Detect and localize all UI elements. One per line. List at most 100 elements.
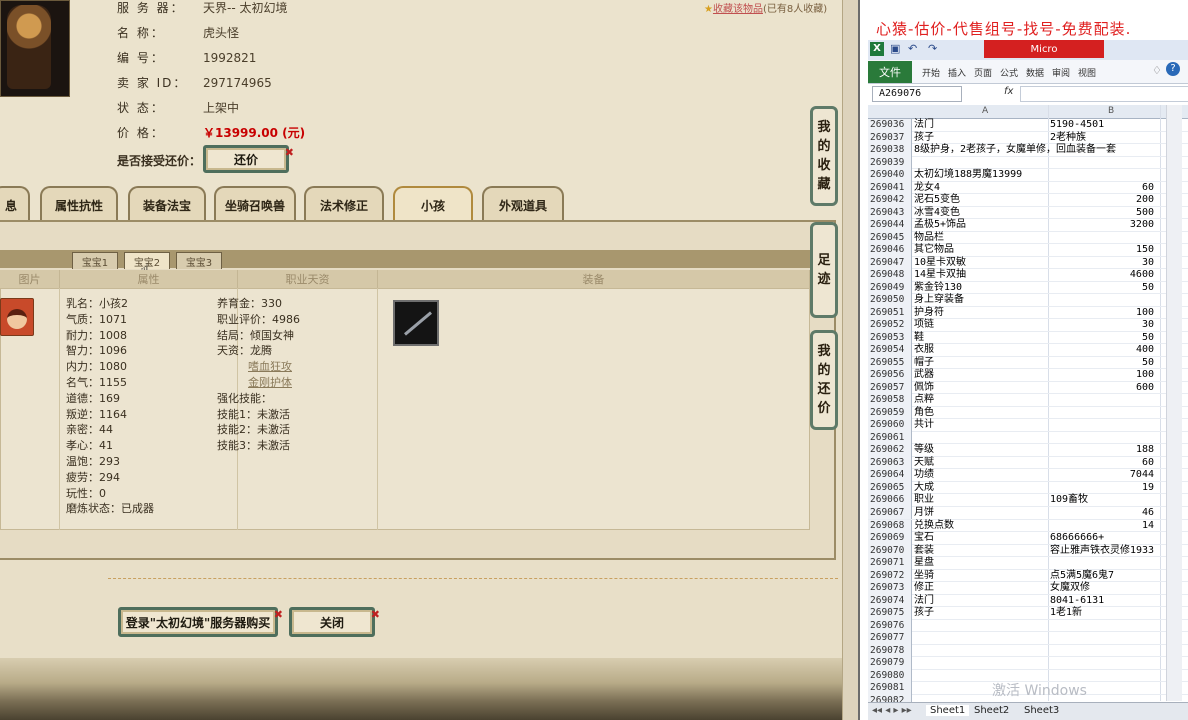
cell-b[interactable]: 100 — [1050, 369, 1160, 382]
row-number[interactable]: 269037 — [868, 131, 912, 145]
cell-b[interactable]: 200 — [1050, 194, 1160, 207]
vertical-scrollbar[interactable] — [1166, 105, 1182, 701]
subtab-baby1[interactable]: 宝宝1 — [72, 252, 118, 269]
sheet-nav-icon[interactable]: ◂◂ ◂ ▸ ▸▸ — [872, 705, 912, 716]
cell-a[interactable]: 坐骑 — [914, 570, 1048, 583]
tab-mounts[interactable]: 坐骑召唤兽 — [214, 186, 296, 222]
sheet-tab-3[interactable]: Sheet3 — [1024, 705, 1059, 716]
sheet-tab-2[interactable]: Sheet2 — [974, 705, 1009, 716]
row-number[interactable]: 269071 — [868, 557, 912, 570]
cell-a[interactable]: 点粹 — [914, 394, 1048, 407]
cell-a[interactable]: 天赋 — [914, 457, 1048, 470]
cell-a[interactable]: 孩子 — [914, 607, 1048, 620]
cell-a[interactable]: 角色 — [914, 407, 1048, 420]
cell-a[interactable]: 身上穿装备 — [914, 294, 1048, 307]
cell-b[interactable]: 50 — [1050, 332, 1160, 345]
cell-a[interactable]: 法门 — [914, 119, 1048, 132]
row-number[interactable]: 269063 — [868, 456, 912, 470]
row-number[interactable]: 269062 — [868, 444, 912, 457]
cell-a[interactable]: 职业 — [914, 494, 1048, 507]
cell-b[interactable]: 60 — [1050, 457, 1160, 470]
row-number[interactable]: 269059 — [868, 406, 912, 420]
cell-a[interactable]: 冰雪4变色 — [914, 207, 1048, 220]
row-number[interactable]: 269047 — [868, 256, 912, 270]
row-number[interactable]: 269052 — [868, 319, 912, 332]
row-number[interactable]: 269058 — [868, 394, 912, 407]
footprint-button[interactable]: 足迹 — [810, 222, 838, 318]
minimize-ribbon-icon[interactable]: ♢ — [1152, 64, 1162, 77]
row-number[interactable]: 269045 — [868, 231, 912, 245]
window-scrollbar[interactable] — [842, 0, 858, 720]
row-number[interactable]: 269057 — [868, 381, 912, 395]
cell-a[interactable]: 星盘 — [914, 557, 1048, 570]
column-a-header[interactable]: A — [982, 106, 988, 116]
cell-a[interactable]: 佩饰 — [914, 382, 1048, 395]
cell-b[interactable]: 60 — [1050, 182, 1160, 195]
my-favorites-button[interactable]: 我的收藏 — [810, 106, 838, 206]
ribbon-tab-data[interactable]: 数据 — [1026, 66, 1044, 79]
cell-b[interactable]: 1老1新 — [1050, 607, 1160, 620]
row-number[interactable]: 269053 — [868, 331, 912, 345]
row-number[interactable]: 269040 — [868, 169, 912, 182]
cell-b[interactable]: 容止雅声铁衣灵修1933 — [1050, 545, 1160, 558]
cell-b[interactable]: 点5满5魔6鬼7 — [1050, 570, 1160, 583]
cell-b[interactable]: 46 — [1050, 507, 1160, 520]
row-number[interactable]: 269068 — [868, 519, 912, 532]
row-number[interactable]: 269073 — [868, 582, 912, 595]
cell-b[interactable]: 150 — [1050, 244, 1160, 257]
row-number[interactable]: 269072 — [868, 569, 912, 583]
cell-b[interactable]: 500 — [1050, 207, 1160, 220]
row-number[interactable]: 269080 — [868, 669, 912, 683]
cell-b[interactable]: 女魔双修 — [1050, 582, 1160, 595]
cell-a[interactable]: 14星卡双抽 — [914, 269, 1048, 282]
row-number[interactable]: 269070 — [868, 544, 912, 558]
cell-b[interactable]: 8041-6131 — [1050, 595, 1160, 608]
save-icon[interactable]: ▣ — [890, 42, 900, 55]
cell-a[interactable]: 等级 — [914, 444, 1048, 457]
talent-link[interactable]: 嗜血狂攻 — [217, 359, 300, 375]
ribbon-tab-view[interactable]: 视图 — [1078, 66, 1096, 79]
row-number[interactable]: 269066 — [868, 494, 912, 507]
row-number[interactable]: 269076 — [868, 619, 912, 633]
cell-b[interactable]: 30 — [1050, 257, 1160, 270]
cell-a[interactable]: 龙女4 — [914, 182, 1048, 195]
cell-a[interactable]: 物品栏 — [914, 232, 1048, 245]
cell-b[interactable]: 7044 — [1050, 469, 1160, 482]
row-number[interactable]: 269051 — [868, 306, 912, 320]
function-icon[interactable]: fx — [1004, 86, 1013, 97]
row-number[interactable]: 269061 — [868, 431, 912, 445]
close-button[interactable]: 关闭 ✖ — [289, 607, 380, 637]
cell-a[interactable]: 护身符 — [914, 307, 1048, 320]
cell-a[interactable]: 其它物品 — [914, 244, 1048, 257]
cell-a[interactable]: 武器 — [914, 369, 1048, 382]
row-number[interactable]: 269041 — [868, 181, 912, 195]
cell-b[interactable]: 50 — [1050, 357, 1160, 370]
cell-a[interactable]: 法门 — [914, 595, 1048, 608]
row-number[interactable]: 269079 — [868, 657, 912, 670]
tab-attributes[interactable]: 属性抗性 — [40, 186, 118, 222]
row-number[interactable]: 269036 — [868, 119, 912, 132]
cell-a[interactable]: 10星卡双敏 — [914, 257, 1048, 270]
row-number[interactable]: 269069 — [868, 532, 912, 545]
cell-a[interactable]: 孩子 — [914, 132, 1048, 145]
my-counteroffers-button[interactable]: 我的还价 — [810, 330, 838, 430]
cell-a[interactable]: 共计 — [914, 419, 1048, 432]
tab-spells[interactable]: 法术修正 — [304, 186, 384, 222]
row-number[interactable]: 269056 — [868, 369, 912, 382]
cell-b[interactable]: 4600 — [1050, 269, 1160, 282]
row-number[interactable]: 269075 — [868, 607, 912, 620]
cell-b[interactable]: 14 — [1050, 520, 1160, 533]
cell-a[interactable]: 项链 — [914, 319, 1048, 332]
cell-b[interactable]: 68666666+ — [1050, 532, 1160, 545]
cell-a[interactable]: 套装 — [914, 545, 1048, 558]
cell-a[interactable]: 宝石 — [914, 532, 1048, 545]
cell-a[interactable]: 帽子 — [914, 357, 1048, 370]
row-number[interactable]: 269043 — [868, 206, 912, 220]
cell-a[interactable]: 功绩 — [914, 469, 1048, 482]
row-number[interactable]: 269042 — [868, 194, 912, 207]
cell-a[interactable]: 鞋 — [914, 332, 1048, 345]
ribbon-tab-insert[interactable]: 插入 — [948, 66, 966, 79]
row-number[interactable]: 269050 — [868, 294, 912, 307]
cell-a[interactable]: 泥石5变色 — [914, 194, 1048, 207]
ribbon-tab-layout[interactable]: 页面 — [974, 66, 992, 79]
